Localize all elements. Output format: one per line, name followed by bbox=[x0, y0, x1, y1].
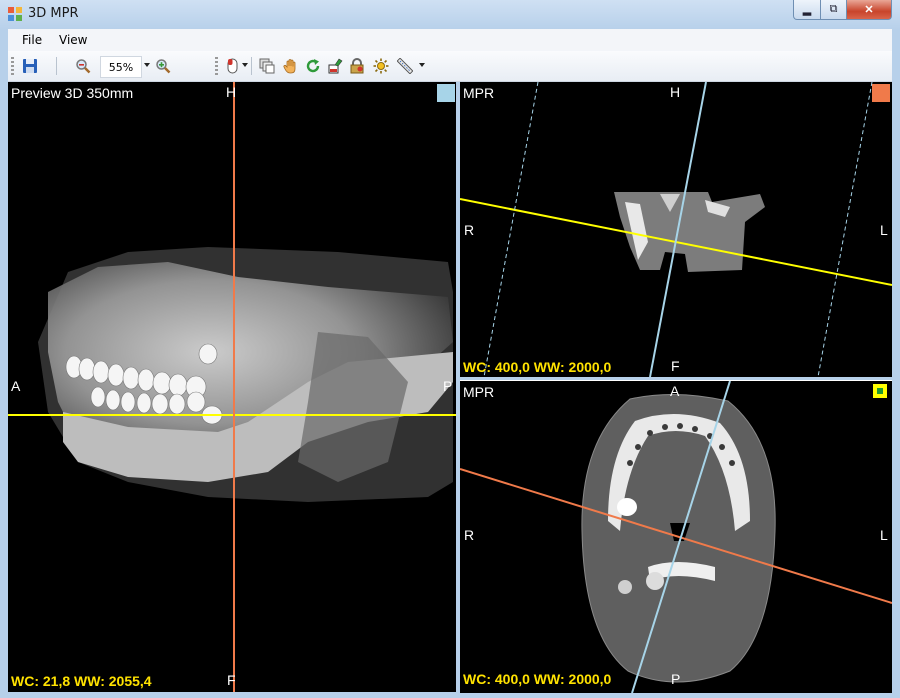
toolbar: 55% bbox=[8, 51, 892, 82]
axial-slice-image bbox=[460, 381, 892, 693]
viewport-title: MPR bbox=[463, 85, 495, 101]
save-icon bbox=[23, 59, 37, 73]
toolbar-grip[interactable] bbox=[11, 57, 14, 75]
zoom-out-icon bbox=[76, 59, 91, 74]
toolbar-separator bbox=[251, 57, 252, 75]
lock-icon bbox=[350, 58, 364, 74]
chevron-down-icon[interactable] bbox=[242, 63, 248, 67]
orientation-left: R bbox=[464, 527, 475, 543]
app-window: 3D MPR ▂ ⧉ ✕ File View 55% Preview 3D 35… bbox=[0, 0, 900, 698]
mpr-axial-viewport[interactable]: MPR A P R L WC: 400,0 WW: 2000,0 bbox=[460, 380, 892, 693]
viewport-title: Preview 3D 350mm bbox=[11, 85, 134, 101]
paint-button[interactable] bbox=[326, 57, 344, 75]
toolbar-separator bbox=[56, 57, 57, 75]
close-button[interactable]: ✕ bbox=[847, 0, 892, 20]
toolbar-grip[interactable] bbox=[215, 57, 218, 75]
measure-button[interactable] bbox=[396, 57, 414, 75]
title-bar[interactable]: 3D MPR ▂ ⧉ ✕ bbox=[0, 0, 900, 28]
brightness-icon bbox=[373, 58, 389, 74]
orientation-bottom: P bbox=[671, 671, 681, 687]
view-color-marker[interactable] bbox=[872, 383, 888, 399]
orientation-right: L bbox=[880, 222, 888, 238]
window-level-readout: WC: 400,0 WW: 2000,0 bbox=[463, 359, 612, 375]
orientation-left: R bbox=[464, 222, 475, 238]
menu-file[interactable]: File bbox=[22, 33, 42, 47]
skull-3d-render bbox=[8, 82, 456, 692]
menu-view[interactable]: View bbox=[59, 33, 87, 47]
brightness-button[interactable] bbox=[372, 57, 390, 75]
window-title: 3D MPR bbox=[28, 6, 79, 21]
minimize-icon: ▂ bbox=[802, 4, 812, 16]
orientation-top: H bbox=[226, 84, 237, 100]
zoom-level-select[interactable]: 55% bbox=[100, 56, 142, 78]
rotate-button[interactable] bbox=[304, 57, 322, 75]
orientation-right: L bbox=[880, 527, 888, 543]
measure-ruler-icon bbox=[397, 58, 413, 74]
orientation-left: A bbox=[11, 378, 21, 394]
orientation-top: H bbox=[670, 84, 681, 100]
copy-layers-button[interactable] bbox=[258, 57, 276, 75]
view-color-marker[interactable] bbox=[872, 84, 890, 102]
view-color-marker[interactable] bbox=[437, 84, 455, 102]
active-indicator bbox=[877, 388, 883, 394]
copy-layers-icon bbox=[259, 58, 275, 74]
zoom-out-button[interactable] bbox=[74, 57, 92, 75]
cursor-mode-icon bbox=[227, 58, 238, 74]
maximize-button[interactable]: ⧉ bbox=[821, 0, 847, 20]
window-controls: ▂ ⧉ ✕ bbox=[793, 0, 892, 20]
zoom-in-icon bbox=[156, 59, 171, 74]
window-level-readout: WC: 21,8 WW: 2055,4 bbox=[11, 673, 152, 689]
rotate-icon bbox=[306, 59, 320, 73]
coronal-slice-image bbox=[460, 82, 892, 377]
restore-icon: ⧉ bbox=[829, 3, 838, 15]
paint-icon bbox=[328, 58, 343, 74]
app-icon bbox=[8, 7, 22, 21]
chevron-down-icon[interactable] bbox=[419, 63, 425, 67]
slab-boundary-line bbox=[483, 82, 539, 377]
hand-pan-icon bbox=[283, 59, 296, 74]
orientation-top: A bbox=[670, 383, 680, 399]
minimize-button[interactable]: ▂ bbox=[793, 0, 821, 20]
slab-boundary-line bbox=[817, 82, 873, 377]
close-icon: ✕ bbox=[864, 4, 874, 16]
preview-3d-viewport[interactable]: Preview 3D 350mm H F A P WC: 21,8 WW: 20… bbox=[8, 82, 456, 692]
menu-bar: File View bbox=[8, 29, 892, 51]
chevron-down-icon[interactable] bbox=[144, 63, 150, 67]
pan-button[interactable] bbox=[282, 57, 300, 75]
orientation-bottom: F bbox=[227, 672, 236, 688]
orientation-right: P bbox=[443, 378, 453, 394]
lock-button[interactable] bbox=[348, 57, 366, 75]
window-level-readout: WC: 400,0 WW: 2000,0 bbox=[463, 671, 612, 687]
zoom-in-button[interactable] bbox=[154, 57, 172, 75]
viewport-area: Preview 3D 350mm H F A P WC: 21,8 WW: 20… bbox=[8, 82, 892, 693]
save-button[interactable] bbox=[21, 57, 39, 75]
orientation-bottom: F bbox=[671, 358, 680, 374]
mpr-coronal-viewport[interactable]: MPR H F R L WC: 400,0 WW: 2000,0 bbox=[460, 82, 892, 377]
viewport-title: MPR bbox=[463, 384, 495, 400]
cursor-mode-button[interactable] bbox=[224, 57, 242, 75]
